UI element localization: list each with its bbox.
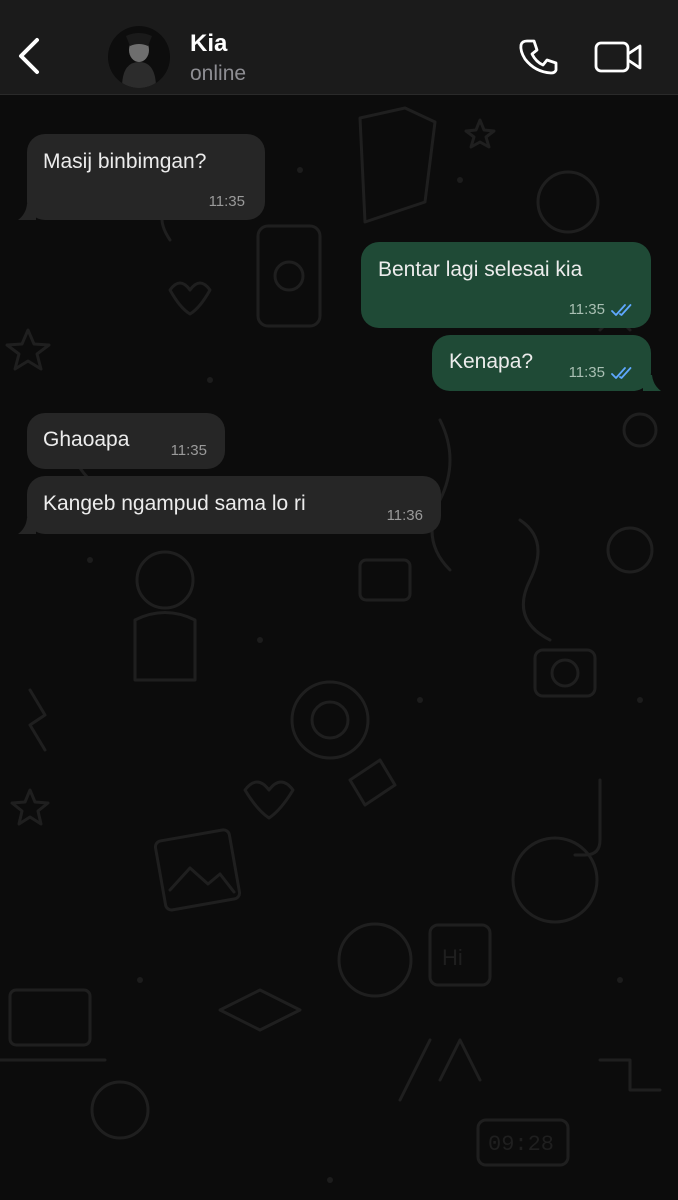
bubble-tail [643, 375, 661, 391]
phone-icon [519, 39, 558, 75]
chat-screen: Hi 09:28 Kia online Masij binbimgan? 11:… [0, 0, 678, 1200]
message-time: 11:35 [568, 301, 605, 318]
bubble-tail [18, 204, 36, 220]
wallpaper-clock: 09:28 [488, 1132, 554, 1157]
voice-call-button[interactable] [518, 36, 560, 78]
contact-name[interactable]: Kia [190, 30, 227, 58]
video-camera-icon [594, 41, 642, 73]
message-text: Ghaoapa [43, 428, 130, 451]
back-button[interactable] [10, 32, 50, 80]
message-bubble-incoming[interactable]: Ghaoapa 11:35 [27, 413, 225, 469]
message-text: Masij binbimgan? [43, 150, 207, 173]
wallpaper-sticker: Hi [442, 945, 463, 970]
message-bubble-incoming[interactable]: Kangeb ngampud sama lo ri 11:36 [27, 476, 441, 534]
message-bubble-outgoing[interactable]: Kenapa? 11:35 [432, 335, 651, 391]
chevron-left-icon [19, 38, 39, 74]
message-time: 11:36 [386, 507, 423, 524]
contact-status: online [190, 62, 247, 85]
chat-header: Kia online [0, 0, 678, 95]
bubble-tail [18, 518, 36, 534]
message-text: Kangeb ngampud sama lo ri [43, 492, 306, 515]
avatar-image [108, 26, 170, 88]
message-bubble-outgoing[interactable]: Bentar lagi selesai kia 11:35 [361, 242, 651, 328]
message-time: 11:35 [568, 364, 605, 381]
double-check-read-icon [611, 304, 632, 316]
double-check-read-icon [611, 367, 632, 379]
message-text: Kenapa? [449, 350, 534, 373]
message-time: 11:35 [208, 193, 245, 210]
message-time: 11:35 [170, 442, 207, 459]
contact-avatar[interactable] [108, 26, 170, 88]
message-text: Bentar lagi selesai kia [378, 258, 583, 281]
video-call-button[interactable] [594, 40, 644, 74]
message-bubble-incoming[interactable]: Masij binbimgan? 11:35 [27, 134, 265, 220]
